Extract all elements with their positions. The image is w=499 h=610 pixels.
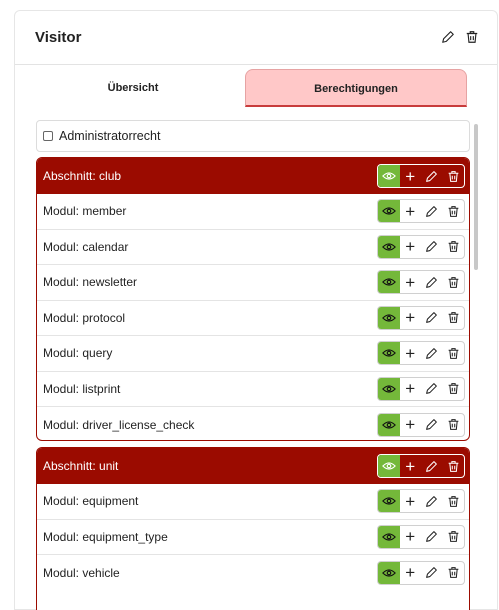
- plus-icon[interactable]: +: [400, 271, 422, 293]
- plus-icon[interactable]: +: [400, 455, 422, 477]
- plus-icon[interactable]: +: [400, 307, 422, 329]
- pencil-icon[interactable]: [421, 526, 443, 548]
- section-title: Abschnitt: club: [43, 169, 122, 183]
- plus-icon[interactable]: +: [400, 414, 422, 436]
- plus-icon[interactable]: +: [400, 526, 422, 548]
- header-actions: [441, 30, 479, 44]
- eye-icon[interactable]: [378, 200, 400, 223]
- module-row: Modul: query +: [37, 336, 469, 372]
- trash-icon[interactable]: [443, 200, 465, 222]
- module-row: Modul: equipment +: [37, 484, 469, 520]
- plus-icon[interactable]: +: [400, 378, 422, 400]
- module-label: Modul: vehicle: [43, 565, 120, 580]
- module-label: Modul: calendar: [43, 239, 129, 254]
- module-label: Modul: member: [43, 204, 127, 219]
- tab-berechtigungen[interactable]: Berechtigungen: [245, 69, 467, 107]
- plus-icon[interactable]: +: [400, 490, 422, 512]
- module-actions: +: [377, 305, 465, 330]
- eye-icon[interactable]: [378, 165, 400, 187]
- module-row: Modul: vehicle +: [37, 555, 469, 591]
- section-actions: +: [377, 454, 465, 478]
- pencil-icon[interactable]: [421, 200, 443, 222]
- plus-icon[interactable]: +: [400, 200, 422, 222]
- module-actions: +: [377, 524, 465, 549]
- plus-icon[interactable]: +: [400, 562, 422, 584]
- trash-icon[interactable]: [443, 414, 465, 436]
- pencil-icon[interactable]: [421, 165, 443, 187]
- eye-icon[interactable]: [378, 342, 400, 365]
- section-actions: +: [377, 164, 465, 188]
- plus-icon[interactable]: +: [400, 342, 422, 364]
- plus-icon[interactable]: +: [400, 236, 422, 258]
- trash-icon[interactable]: [443, 562, 465, 584]
- trash-icon[interactable]: [443, 378, 465, 400]
- eye-icon[interactable]: [378, 525, 400, 548]
- section-club: Abschnitt: club + Modul: member + Modul:…: [36, 157, 470, 441]
- trash-icon[interactable]: [443, 236, 465, 258]
- module-actions: +: [377, 234, 465, 259]
- module-row: Modul: listprint +: [37, 372, 469, 407]
- pencil-icon[interactable]: [421, 271, 443, 293]
- admin-permission-row: Administratorrecht: [36, 120, 470, 152]
- pencil-icon[interactable]: [421, 236, 443, 258]
- module-actions: +: [377, 270, 465, 295]
- module-label: Modul: equipment: [43, 494, 139, 509]
- module-actions: +: [377, 489, 465, 514]
- plus-icon[interactable]: +: [400, 165, 422, 187]
- section-unit: Abschnitt: unit + Modul: equipment + Mod…: [36, 447, 470, 610]
- section-header: Abschnitt: club +: [37, 158, 469, 194]
- pencil-icon[interactable]: [421, 342, 443, 364]
- admin-label: Administratorrecht: [59, 129, 161, 143]
- trash-icon[interactable]: [443, 455, 465, 477]
- eye-icon[interactable]: [378, 271, 400, 294]
- pencil-icon[interactable]: [421, 455, 443, 477]
- module-label: Modul: driver_license_check: [43, 417, 195, 432]
- module-row: Modul: equipment_type +: [37, 520, 469, 555]
- eye-icon[interactable]: [378, 455, 400, 477]
- module-actions: +: [377, 560, 465, 585]
- scrollbar[interactable]: [474, 124, 478, 270]
- pencil-icon[interactable]: [421, 562, 443, 584]
- eye-icon[interactable]: [378, 490, 400, 513]
- trash-icon[interactable]: [465, 30, 479, 44]
- module-actions: +: [377, 341, 465, 366]
- trash-icon[interactable]: [443, 490, 465, 512]
- trash-icon[interactable]: [443, 342, 465, 364]
- eye-icon[interactable]: [378, 561, 400, 584]
- tab-bar: Übersicht Berechtigungen: [23, 69, 467, 107]
- card-header: Visitor: [15, 11, 497, 65]
- tab-uebersicht[interactable]: Übersicht: [23, 69, 243, 107]
- pencil-icon[interactable]: [421, 307, 443, 329]
- module-label: Modul: listprint: [43, 381, 121, 396]
- eye-icon[interactable]: [378, 306, 400, 329]
- eye-icon[interactable]: [378, 413, 400, 436]
- eye-icon[interactable]: [378, 235, 400, 258]
- module-row: Modul: protocol +: [37, 301, 469, 336]
- pencil-icon[interactable]: [421, 490, 443, 512]
- section-header: Abschnitt: unit +: [37, 448, 469, 484]
- module-row: Modul: driver_license_check +: [37, 407, 469, 440]
- role-title: Visitor: [35, 29, 82, 46]
- trash-icon[interactable]: [443, 271, 465, 293]
- edit-icon[interactable]: [441, 30, 455, 44]
- trash-icon[interactable]: [443, 526, 465, 548]
- module-row: Modul: newsletter +: [37, 265, 469, 301]
- module-actions: +: [377, 376, 465, 401]
- module-label: Modul: newsletter: [43, 275, 138, 290]
- module-row: Modul: calendar +: [37, 230, 469, 265]
- admin-checkbox[interactable]: [43, 131, 53, 141]
- pencil-icon[interactable]: [421, 414, 443, 436]
- trash-icon[interactable]: [443, 307, 465, 329]
- eye-icon[interactable]: [378, 377, 400, 400]
- pencil-icon[interactable]: [421, 378, 443, 400]
- section-title: Abschnitt: unit: [43, 459, 119, 473]
- module-actions: +: [377, 199, 465, 224]
- module-label: Modul: protocol: [43, 310, 126, 325]
- trash-icon[interactable]: [443, 165, 465, 187]
- module-label: Modul: equipment_type: [43, 529, 168, 544]
- module-label: Modul: query: [43, 346, 113, 361]
- module-actions: +: [377, 412, 465, 437]
- module-row: Modul: member +: [37, 194, 469, 230]
